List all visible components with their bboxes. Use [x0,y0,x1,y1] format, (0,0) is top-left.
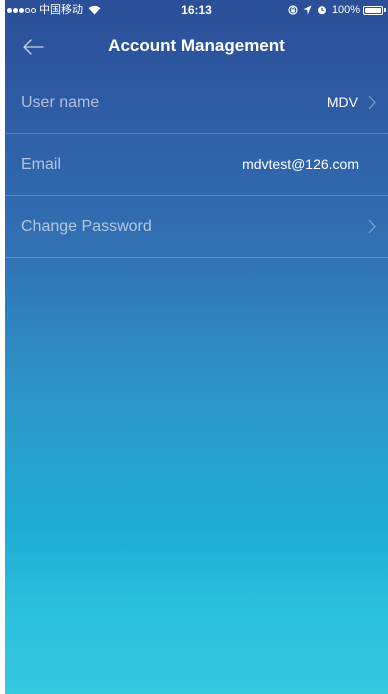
page-title: Account Management [108,36,285,55]
app-screen: 中国移动 16:13 100% Account Management User … [5,0,388,694]
email-row: Email mdvtest@126.com [5,134,388,196]
user-name-value: MDV [326,94,358,110]
battery-percentage: 100% [331,4,360,16]
alarm-icon [317,6,326,15]
account-settings-list: User name MDV Email mdvtest@126.com Chan… [5,72,388,258]
rotation-lock-icon [288,5,298,15]
email-value: mdvtest@126.com [242,156,359,172]
battery-level [365,7,381,13]
email-label: Email [21,156,62,173]
chevron-right-icon [368,95,376,110]
change-password-row[interactable]: Change Password [5,196,388,258]
status-right: 100% [288,3,386,17]
battery-tip [384,8,386,12]
chevron-right-icon [368,219,376,234]
location-arrow-icon [303,5,312,15]
navigation-bar: Account Management [5,20,388,72]
user-name-label: User name [21,94,100,111]
status-bar: 中国移动 16:13 100% [5,0,388,20]
change-password-label: Change Password [21,218,152,235]
battery-icon [363,5,383,15]
user-name-row[interactable]: User name MDV [5,72,388,134]
